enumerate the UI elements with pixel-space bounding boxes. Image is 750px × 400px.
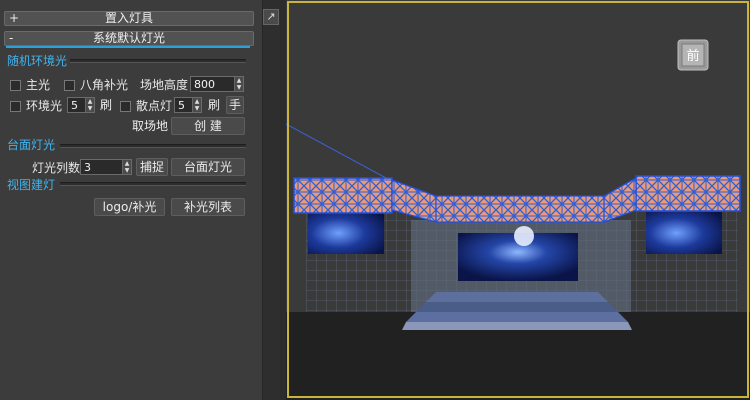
brush-button-1[interactable]: 刷 — [97, 96, 115, 114]
spinner-arrows-icon[interactable]: ▲ ▼ — [192, 98, 201, 112]
section-title-random-ambient: 随机环境光 — [7, 54, 68, 68]
pick-field-button[interactable]: 取场地 — [128, 117, 172, 135]
light-columns-value: 3 — [84, 161, 91, 174]
field-height-label: 场地高度 — [140, 78, 189, 92]
scatter-count-spinner[interactable]: 5 ▲ ▼ — [174, 97, 202, 113]
main-light-label: 主光 — [26, 78, 51, 92]
light-columns-spinner[interactable]: 3 ▲ ▼ — [80, 159, 132, 175]
ambient-light-label: 环境光 — [26, 99, 63, 113]
expand-icon: + — [9, 11, 20, 25]
rollout-title: 系统默认灯光 — [92, 31, 165, 45]
section-separator — [60, 144, 246, 148]
section-title-stage-lights: 台面灯光 — [7, 138, 56, 152]
panel-scrollbar[interactable] — [262, 0, 280, 400]
main-light-checkbox[interactable] — [10, 80, 21, 91]
spinner-arrows-icon[interactable]: ▲ ▼ — [85, 98, 94, 112]
light-columns-label: 灯光列数 — [32, 161, 81, 175]
active-viewport-border — [287, 1, 749, 398]
rollout-insert-lights[interactable]: + 置入灯具 — [4, 11, 254, 26]
ambient-count-value: 5 — [71, 99, 78, 112]
ambient-light-checkbox[interactable] — [10, 101, 21, 112]
octagon-fill-label: 八角补光 — [80, 78, 129, 92]
scatter-light-checkbox[interactable] — [120, 101, 131, 112]
capture-button[interactable]: 捕捉 — [136, 158, 168, 176]
section-separator — [70, 59, 246, 63]
scatter-count-value: 5 — [178, 99, 185, 112]
spinner-arrows-icon[interactable]: ▲ ▼ — [234, 77, 243, 91]
rollout-system-lights[interactable]: - 系统默认灯光 — [4, 31, 254, 46]
collapse-icon: - — [9, 31, 14, 45]
rollout-title: 置入灯具 — [104, 11, 153, 25]
fill-list-button[interactable]: 补光列表 — [171, 198, 245, 216]
ambient-count-spinner[interactable]: 5 ▲ ▼ — [67, 97, 95, 113]
brush-button-2[interactable]: 刷 — [205, 96, 223, 114]
pin-icon[interactable]: ↗ — [263, 9, 279, 25]
section-separator — [60, 182, 246, 186]
hand-button[interactable]: 手 — [226, 96, 244, 114]
rollout-highlight — [6, 46, 250, 48]
command-panel: + 置入灯具 - 系统默认灯光 随机环境光 主光 八角补光 场地高度 800 ▲… — [0, 0, 262, 400]
field-height-spinner[interactable]: 800 ▲ ▼ — [190, 76, 244, 92]
stage-light-button[interactable]: 台面灯光 — [171, 158, 245, 176]
create-button[interactable]: 创 建 — [171, 117, 245, 135]
section-title-view-lights: 视图建灯 — [7, 178, 56, 192]
spinner-arrows-icon[interactable]: ▲ ▼ — [122, 160, 131, 174]
field-height-value: 800 — [194, 78, 215, 91]
octagon-fill-checkbox[interactable] — [64, 80, 75, 91]
logo-fill-button[interactable]: logo/补光 — [94, 198, 165, 216]
scatter-light-label: 散点灯 — [136, 99, 173, 113]
